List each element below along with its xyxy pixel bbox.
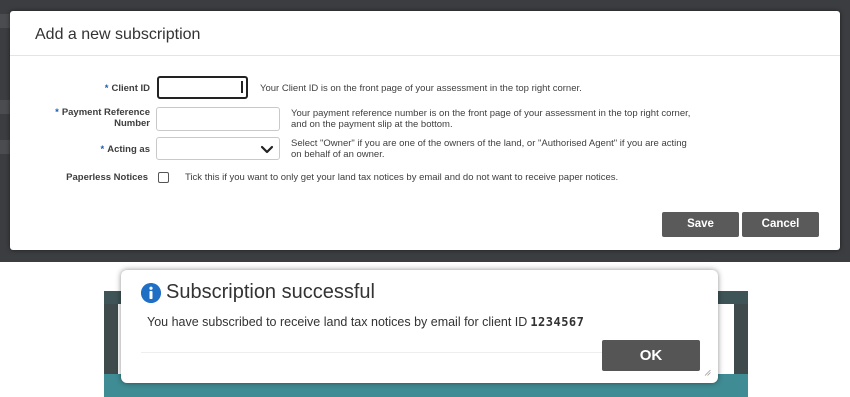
- acting-as-label: * Acting as: [30, 144, 150, 155]
- paperless-notices-help: Tick this if you want to only get your l…: [185, 172, 619, 183]
- client-id-label: * Client ID: [30, 83, 150, 94]
- background-panel-left: [104, 304, 118, 374]
- payment-reference-label-line1: Payment Reference: [61, 107, 150, 118]
- required-marker: *: [55, 107, 59, 118]
- success-message: You have subscribed to receive land tax …: [147, 315, 584, 329]
- acting-as-help-line2: on behalf of an owner.: [291, 149, 385, 160]
- acting-as-label-text: Acting as: [107, 144, 150, 155]
- required-marker: *: [100, 144, 105, 155]
- title-divider: [10, 55, 840, 56]
- payment-reference-label: * Payment Reference Number: [20, 107, 150, 129]
- paperless-notices-checkbox[interactable]: [158, 172, 169, 183]
- subscription-success-dialog: Subscription successful You have subscri…: [121, 270, 718, 383]
- resize-grip-icon[interactable]: [704, 369, 711, 376]
- chevron-down-icon: [260, 145, 274, 154]
- info-circle-icon: [141, 283, 161, 303]
- backdrop-page-row: [0, 100, 10, 114]
- success-message-text: You have subscribed to receive land tax …: [147, 315, 528, 329]
- payment-reference-help: Your payment reference number is on the …: [291, 108, 831, 130]
- backdrop-page-row: [0, 14, 10, 28]
- screenshot-stage: Add a new subscription * Client ID Your C…: [0, 0, 850, 397]
- acting-as-select[interactable]: [156, 137, 280, 160]
- save-button[interactable]: Save: [662, 212, 739, 237]
- add-subscription-dialog: Add a new subscription * Client ID Your C…: [10, 11, 840, 250]
- payment-reference-help-line1: Your payment reference number is on the …: [291, 108, 691, 119]
- acting-as-help: Select "Owner" if you are one of the own…: [291, 138, 831, 160]
- client-id-input[interactable]: [157, 76, 248, 99]
- cancel-button[interactable]: Cancel: [742, 212, 819, 237]
- payment-reference-input[interactable]: [156, 107, 280, 131]
- required-marker: *: [104, 83, 109, 94]
- success-client-id: 1234567: [530, 315, 585, 329]
- acting-as-help-line1: Select "Owner" if you are one of the own…: [291, 138, 687, 149]
- client-id-label-text: Client ID: [111, 83, 150, 94]
- payment-reference-label-line2: Number: [114, 118, 150, 129]
- background-panel-right: [734, 304, 748, 374]
- text-caret: [241, 81, 243, 93]
- payment-reference-help-line2: and on the payment slip at the bottom.: [291, 119, 453, 130]
- client-id-help: Your Client ID is on the front page of y…: [260, 83, 582, 94]
- paperless-notices-label: Paperless Notices: [66, 172, 148, 183]
- success-title: Subscription successful: [166, 281, 375, 303]
- backdrop-page-row: [0, 140, 10, 154]
- ok-button[interactable]: OK: [602, 340, 700, 371]
- dialog-title: Add a new subscription: [35, 26, 201, 43]
- success-divider: [141, 352, 606, 353]
